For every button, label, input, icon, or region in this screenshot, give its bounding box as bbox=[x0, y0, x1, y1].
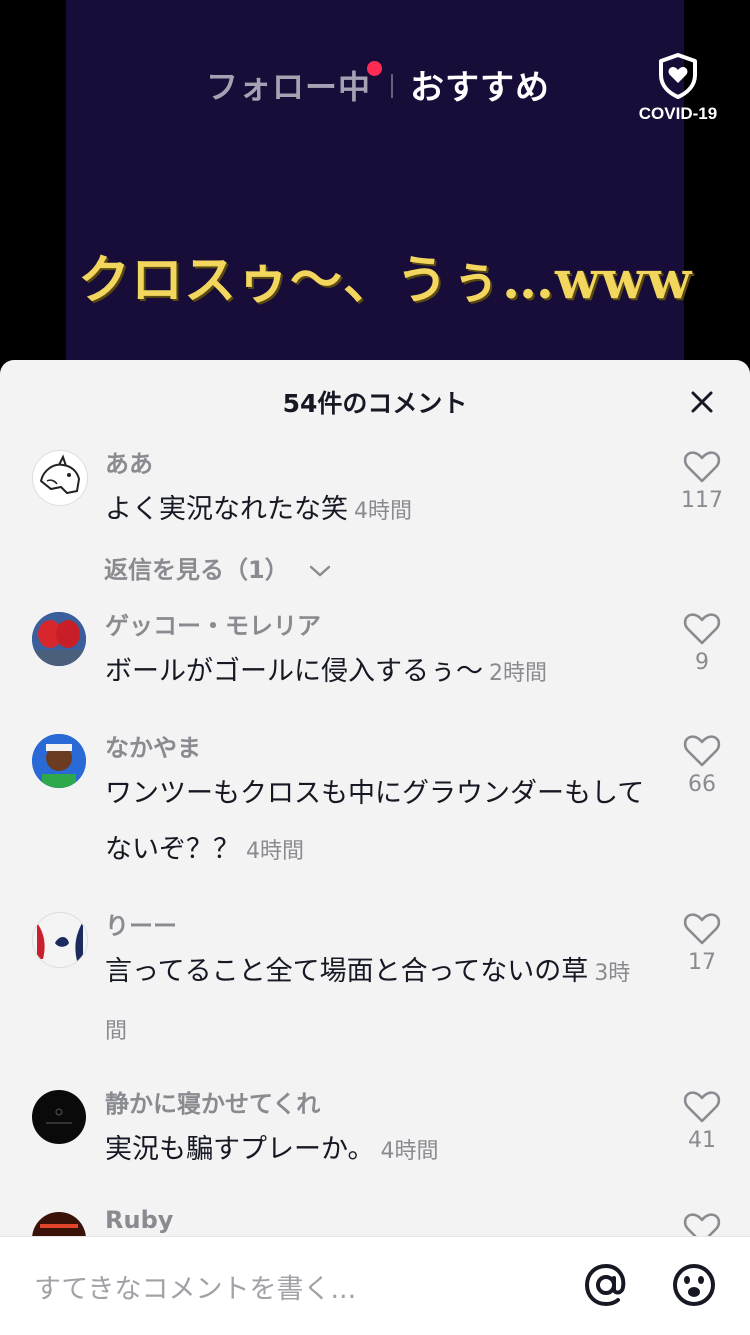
like-count: 17 bbox=[688, 950, 716, 975]
like-button[interactable]: 17 bbox=[676, 912, 728, 975]
at-sign-icon bbox=[584, 1263, 626, 1307]
comment-list[interactable]: ああ よく実況なれたな笑 4時間 117 返信を見る（1） ゲッコー・モレリア … bbox=[0, 360, 750, 1266]
view-replies-button[interactable]: 返信を見る（1） bbox=[104, 550, 331, 585]
comment-time: 4時間 bbox=[380, 1139, 439, 1164]
view-replies-label: 返信を見る（1） bbox=[104, 556, 289, 584]
comment-body: ボールがゴールに侵入するぅ〜 bbox=[105, 656, 483, 687]
comment-body: 言ってること全て場面と合ってないの草 bbox=[105, 956, 589, 987]
like-count: 66 bbox=[688, 772, 716, 797]
comment-username[interactable]: Ruby bbox=[105, 1206, 173, 1234]
comment-username[interactable]: りーー bbox=[105, 906, 177, 941]
like-button[interactable]: 41 bbox=[676, 1090, 728, 1153]
like-button[interactable]: 117 bbox=[676, 450, 728, 513]
comment-time: 4時間 bbox=[354, 499, 412, 524]
shield-heart-icon bbox=[659, 53, 697, 99]
comment-text: ワンツーもクロスも中にグラウンダーもしてないぞ？？ 4時間 bbox=[105, 766, 650, 880]
avatar[interactable] bbox=[32, 612, 86, 666]
mention-button[interactable] bbox=[582, 1261, 630, 1309]
emoji-face-icon bbox=[673, 1264, 715, 1306]
comment-username[interactable]: ああ bbox=[105, 444, 153, 479]
comment-text: よく実況なれたな笑 4時間 bbox=[105, 482, 650, 540]
heart-icon bbox=[683, 613, 721, 645]
comment-input-bar: すてきなコメントを書く... bbox=[0, 1236, 750, 1335]
comment-username[interactable]: 静かに寝かせてくれ bbox=[105, 1084, 320, 1119]
comment-input[interactable]: すてきなコメントを書く... bbox=[34, 1267, 356, 1306]
comment-body: よく実況なれたな笑 bbox=[105, 494, 348, 525]
shoes-avatar-icon bbox=[32, 612, 86, 666]
heart-icon bbox=[683, 913, 721, 945]
avatar[interactable] bbox=[32, 450, 88, 506]
emoji-button[interactable] bbox=[670, 1261, 718, 1309]
comment-text: 実況も騙すプレーか。 4時間 bbox=[105, 1122, 650, 1180]
like-count: 9 bbox=[695, 650, 709, 675]
covid-button[interactable]: COVID-19 bbox=[628, 52, 728, 132]
comment-body: ワンツーもクロスも中にグラウンダーもしてないぞ？？ bbox=[105, 778, 645, 865]
heart-icon bbox=[683, 1091, 721, 1123]
dark-avatar-icon bbox=[46, 1108, 72, 1124]
tab-following[interactable]: フォロー中 bbox=[206, 62, 371, 108]
comment-time: 2時間 bbox=[489, 661, 547, 686]
comment-body: 実況も騙すプレーか。 bbox=[105, 1134, 375, 1165]
avatar[interactable] bbox=[32, 912, 88, 968]
pattern-avatar-icon bbox=[37, 921, 83, 961]
like-button[interactable]: 9 bbox=[676, 612, 728, 675]
heart-icon bbox=[683, 451, 721, 483]
comment-sheet: 54件のコメント ああ よく実況なれたな笑 4時間 117 返信を見る（1） ゲ… bbox=[0, 360, 750, 1334]
comment-username[interactable]: なかやま bbox=[105, 728, 201, 763]
comment-text: 言ってること全て場面と合ってないの草 3時間 bbox=[105, 944, 650, 1060]
like-count: 117 bbox=[681, 488, 723, 513]
heart-icon bbox=[683, 735, 721, 767]
like-button[interactable]: 66 bbox=[676, 734, 728, 797]
horse-avatar-icon bbox=[39, 454, 81, 495]
avatar[interactable] bbox=[32, 1090, 86, 1144]
comment-text: ボールがゴールに侵入するぅ〜 2時間 bbox=[105, 644, 650, 702]
tab-divider bbox=[391, 74, 393, 98]
comment-username[interactable]: ゲッコー・モレリア bbox=[105, 606, 321, 641]
player-avatar-icon bbox=[32, 734, 86, 788]
top-nav: フォロー中 おすすめ COVID-19 bbox=[0, 52, 750, 123]
notification-dot bbox=[367, 61, 382, 76]
avatar[interactable] bbox=[32, 734, 86, 788]
covid-label: COVID-19 bbox=[638, 104, 718, 123]
chevron-down-icon bbox=[309, 565, 331, 577]
video-caption: クロスゥ〜、うぅ…www bbox=[78, 250, 693, 311]
comment-time: 4時間 bbox=[246, 839, 304, 864]
like-count: 41 bbox=[688, 1128, 716, 1153]
tab-recommended[interactable]: おすすめ bbox=[410, 60, 550, 109]
